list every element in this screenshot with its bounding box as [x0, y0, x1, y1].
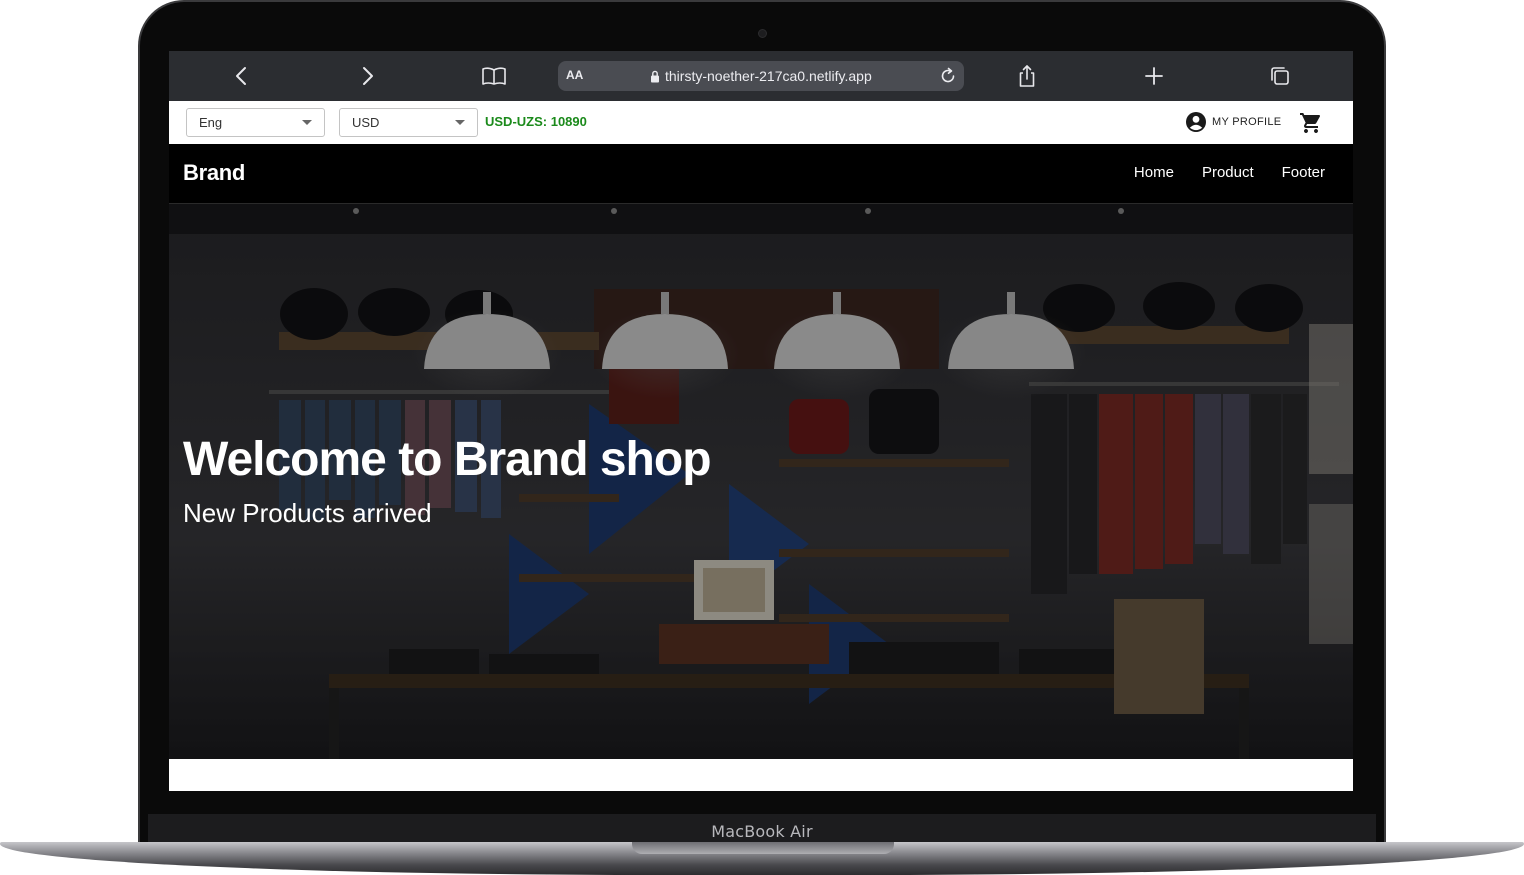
url-text: thirsty-noether-217ca0.netlify.app [665, 68, 872, 84]
account-circle-icon [1186, 112, 1206, 132]
currency-select-value: USD [352, 115, 380, 130]
hero-title: Welcome to Brand shop [183, 433, 712, 486]
tabs-icon [1271, 67, 1289, 85]
nav-link-product[interactable]: Product [1202, 164, 1254, 181]
screen: AA thirsty-noether-217ca0.netlify.app En… [169, 51, 1353, 791]
nav-link-footer[interactable]: Footer [1282, 164, 1325, 181]
chevron-down-icon [302, 120, 312, 125]
book-icon [482, 67, 506, 85]
forward-button[interactable] [351, 60, 383, 92]
language-select[interactable]: Eng [186, 108, 325, 137]
currency-select[interactable]: USD [339, 108, 478, 137]
device-model-label: MacBook Air [711, 821, 813, 841]
shopping-cart-icon [1300, 113, 1321, 133]
exchange-rate: USD-UZS: 10890 [485, 114, 587, 129]
bookmarks-button[interactable] [478, 60, 510, 92]
plus-icon [1145, 67, 1163, 85]
laptop-base-notch [632, 842, 894, 854]
url-display: thirsty-noether-217ca0.netlify.app [650, 68, 872, 84]
cart-button[interactable] [1299, 111, 1323, 135]
chevron-left-icon [236, 67, 246, 85]
utility-bar: Eng USD USD-UZS: 10890 MY PROFILE [169, 101, 1353, 144]
my-profile-label: MY PROFILE [1212, 116, 1282, 128]
new-tab-button[interactable] [1138, 60, 1170, 92]
text-size-button[interactable]: AA [566, 68, 583, 82]
main-navbar: Brand Home Product Footer [169, 144, 1353, 204]
my-profile-link[interactable]: MY PROFILE [1185, 111, 1281, 133]
nav-link-home[interactable]: Home [1134, 164, 1174, 181]
brand-logo[interactable]: Brand [183, 160, 245, 186]
chevron-down-icon [455, 120, 465, 125]
hero-banner: Welcome to Brand shop New Products arriv… [169, 204, 1353, 759]
lock-icon [651, 70, 659, 82]
tabs-overview-button[interactable] [1264, 60, 1296, 92]
chevron-right-icon [363, 67, 373, 85]
page-content-below-hero [169, 759, 1353, 791]
address-bar[interactable]: AA thirsty-noether-217ca0.netlify.app [558, 61, 964, 91]
browser-toolbar: AA thirsty-noether-217ca0.netlify.app [169, 51, 1353, 101]
share-button[interactable] [1011, 60, 1043, 92]
reload-icon [941, 67, 955, 83]
hero-subtitle: New Products arrived [183, 498, 432, 528]
language-select-value: Eng [199, 115, 223, 130]
nav-links: Home Product Footer [1134, 164, 1325, 181]
reload-button[interactable] [936, 64, 960, 88]
webcam [758, 29, 767, 38]
share-icon [1019, 65, 1035, 87]
back-button[interactable] [226, 60, 258, 92]
